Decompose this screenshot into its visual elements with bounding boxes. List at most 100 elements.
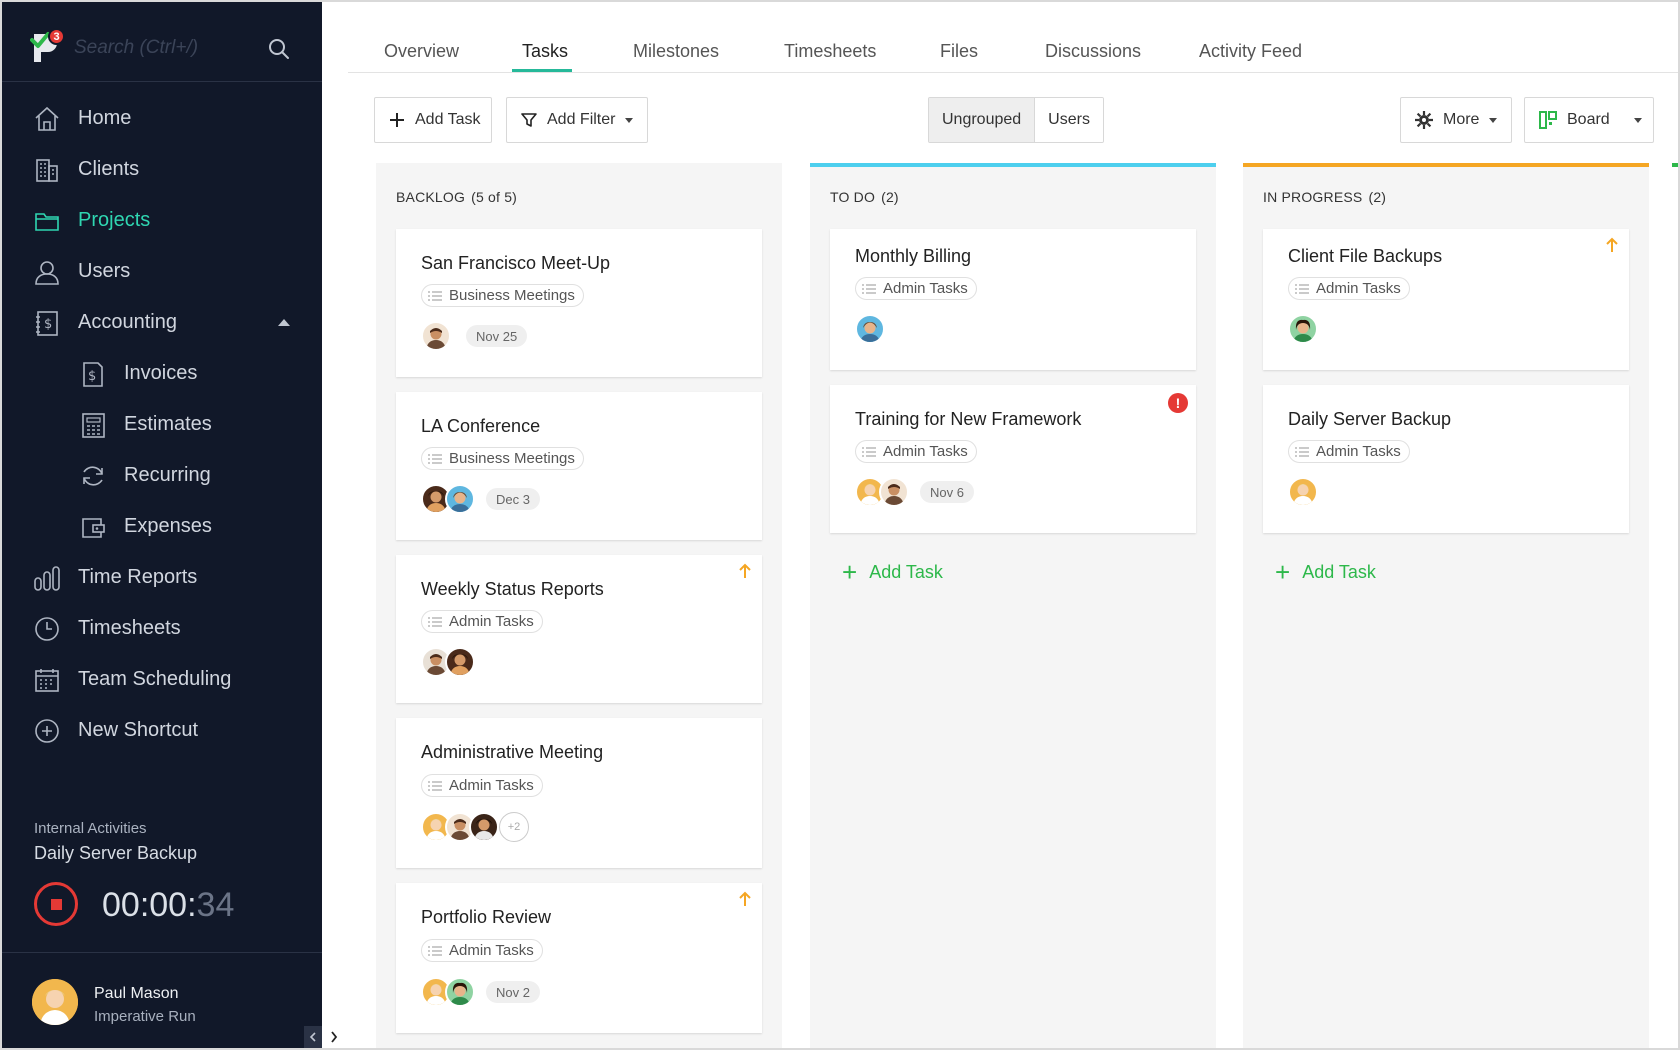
tab-overview[interactable]: Overview bbox=[384, 41, 459, 62]
task-list-tag[interactable]: Admin Tasks bbox=[421, 939, 543, 962]
sidebar-item-recurring[interactable]: Recurring bbox=[2, 450, 322, 501]
sidebar-item-label: Home bbox=[78, 107, 132, 129]
timer-task-name[interactable]: Daily Server Backup bbox=[34, 843, 294, 864]
sidebar-item-projects[interactable]: Projects bbox=[2, 195, 322, 246]
sidebar-item-accounting[interactable]: $ Accounting bbox=[2, 297, 322, 348]
task-list-tag[interactable]: Admin Tasks bbox=[855, 440, 977, 463]
sidebar-item-team-scheduling[interactable]: Team Scheduling bbox=[2, 654, 322, 705]
current-user[interactable]: Paul Mason Imperative Run bbox=[2, 952, 322, 1048]
task-list-tag[interactable]: Admin Tasks bbox=[421, 774, 543, 797]
task-list-label: Business Meetings bbox=[449, 287, 575, 304]
add-task-label: Add Task bbox=[1302, 561, 1376, 582]
svg-text:$: $ bbox=[44, 317, 52, 332]
plus-circle-icon bbox=[32, 716, 62, 746]
board-column-backlog: BACKLOG (5 of 5) San Francisco Meet-Up Bu… bbox=[376, 163, 782, 1048]
task-list-label: Business Meetings bbox=[449, 450, 575, 467]
tab-milestones[interactable]: Milestones bbox=[633, 41, 719, 62]
task-card[interactable]: Weekly Status Reports Admin Tasks bbox=[396, 555, 762, 703]
sidebar: 3 Home Clients bbox=[2, 2, 322, 1048]
sidebar-item-timesheets[interactable]: Timesheets bbox=[2, 603, 322, 654]
home-icon bbox=[32, 104, 62, 134]
column-header[interactable]: TO DO (2) bbox=[830, 189, 899, 205]
column-title: TO DO bbox=[830, 189, 876, 205]
collapse-caret-icon[interactable] bbox=[278, 319, 290, 326]
sidebar-item-invoices[interactable]: $ Invoices bbox=[2, 348, 322, 399]
stop-timer-button[interactable] bbox=[34, 882, 78, 926]
add-filter-label: Add Filter bbox=[547, 111, 616, 128]
add-filter-button[interactable]: Add Filter bbox=[506, 97, 648, 143]
task-card[interactable]: Monthly Billing Admin Tasks bbox=[830, 229, 1196, 370]
notification-badge[interactable]: 3 bbox=[48, 28, 65, 45]
avatar[interactable] bbox=[855, 314, 885, 344]
tab-discussions[interactable]: Discussions bbox=[1045, 41, 1141, 62]
sidebar-item-time-reports[interactable]: Time Reports bbox=[2, 552, 322, 603]
more-assignees-badge[interactable]: +2 bbox=[499, 812, 529, 842]
view-label: Board bbox=[1567, 111, 1610, 128]
avatar[interactable] bbox=[445, 647, 475, 677]
sidebar-item-home[interactable]: Home bbox=[2, 93, 322, 144]
project-tabs: Overview Tasks Milestones Timesheets Fil… bbox=[348, 2, 1678, 73]
due-date-badge: Dec 3 bbox=[486, 488, 540, 510]
sidebar-item-users[interactable]: Users bbox=[2, 246, 322, 297]
task-list-tag[interactable]: Admin Tasks bbox=[855, 277, 977, 300]
search-icon[interactable] bbox=[268, 38, 290, 60]
search-input[interactable] bbox=[74, 34, 254, 62]
add-task-label: Add Task bbox=[869, 561, 943, 582]
tab-files[interactable]: Files bbox=[940, 41, 978, 62]
column-color-bar bbox=[1243, 163, 1649, 167]
avatar[interactable] bbox=[1288, 314, 1318, 344]
sidebar-item-label: New Shortcut bbox=[78, 719, 199, 741]
task-card[interactable]: LA Conference Business Meetings Dec 3 bbox=[396, 392, 762, 540]
board-view-icon bbox=[1539, 111, 1557, 129]
group-option-ungrouped[interactable]: Ungrouped bbox=[929, 98, 1036, 142]
avatar[interactable] bbox=[421, 321, 451, 351]
task-list-tag[interactable]: Admin Tasks bbox=[1288, 277, 1410, 300]
sidebar-item-new-shortcut[interactable]: New Shortcut bbox=[2, 705, 322, 756]
task-list-tag[interactable]: Admin Tasks bbox=[1288, 440, 1410, 463]
high-priority-arrow-icon bbox=[1606, 237, 1618, 252]
due-date-badge: Nov 2 bbox=[486, 981, 540, 1003]
task-card[interactable]: Administrative Meeting Admin Tasks +2 bbox=[396, 718, 762, 868]
task-list-tag[interactable]: Business Meetings bbox=[421, 447, 584, 470]
tab-tasks[interactable]: Tasks bbox=[522, 41, 568, 62]
list-icon bbox=[428, 945, 442, 956]
avatar[interactable] bbox=[469, 812, 499, 842]
view-switcher-button[interactable]: Board bbox=[1524, 97, 1654, 143]
sidebar-item-clients[interactable]: Clients bbox=[2, 144, 322, 195]
task-title: Administrative Meeting bbox=[421, 742, 604, 762]
more-label: More bbox=[1443, 111, 1480, 128]
tab-timesheets[interactable]: Timesheets bbox=[784, 41, 876, 62]
task-card[interactable]: San Francisco Meet-Up Business Meetings … bbox=[396, 229, 762, 377]
assignee-avatars bbox=[1288, 314, 1318, 344]
avatar[interactable] bbox=[445, 977, 475, 1007]
avatar[interactable] bbox=[879, 477, 909, 507]
task-title: Daily Server Backup bbox=[1288, 409, 1452, 429]
add-task-button[interactable]: Add Task bbox=[374, 97, 492, 143]
sidebar-item-label: Invoices bbox=[124, 362, 198, 384]
group-option-users[interactable]: Users bbox=[1035, 98, 1103, 142]
task-card[interactable]: Client File Backups Admin Tasks bbox=[1263, 229, 1629, 370]
alert-icon: ! bbox=[1168, 393, 1188, 413]
list-icon bbox=[1295, 283, 1309, 294]
task-list-label: Admin Tasks bbox=[883, 280, 968, 297]
column-header[interactable]: BACKLOG (5 of 5) bbox=[396, 189, 517, 205]
task-list-tag[interactable]: Business Meetings bbox=[421, 284, 584, 307]
column-add-task-button[interactable]: + Add Task bbox=[1275, 559, 1376, 585]
more-button[interactable]: More bbox=[1400, 97, 1512, 143]
avatar[interactable] bbox=[32, 979, 78, 1025]
column-header[interactable]: IN PROGRESS (2) bbox=[1263, 189, 1386, 205]
column-count: (5 of 5) bbox=[471, 189, 518, 205]
sidebar-item-label: Timesheets bbox=[78, 617, 181, 639]
assignee-avatars bbox=[421, 484, 475, 514]
collapse-sidebar-button[interactable] bbox=[304, 1026, 322, 1048]
task-list-tag[interactable]: Admin Tasks bbox=[421, 610, 543, 633]
sidebar-item-estimates[interactable]: Estimates bbox=[2, 399, 322, 450]
avatar[interactable] bbox=[445, 484, 475, 514]
column-add-task-button[interactable]: + Add Task bbox=[842, 559, 943, 585]
avatar[interactable] bbox=[1288, 477, 1318, 507]
sidebar-item-expenses[interactable]: Expenses bbox=[2, 501, 322, 552]
task-card[interactable]: Portfolio Review Admin Tasks Nov 2 bbox=[396, 883, 762, 1033]
task-card[interactable]: Daily Server Backup Admin Tasks bbox=[1263, 385, 1629, 533]
task-card[interactable]: Training for New Framework ! Admin Tasks… bbox=[830, 385, 1196, 533]
tab-activity-feed[interactable]: Activity Feed bbox=[1199, 41, 1302, 62]
